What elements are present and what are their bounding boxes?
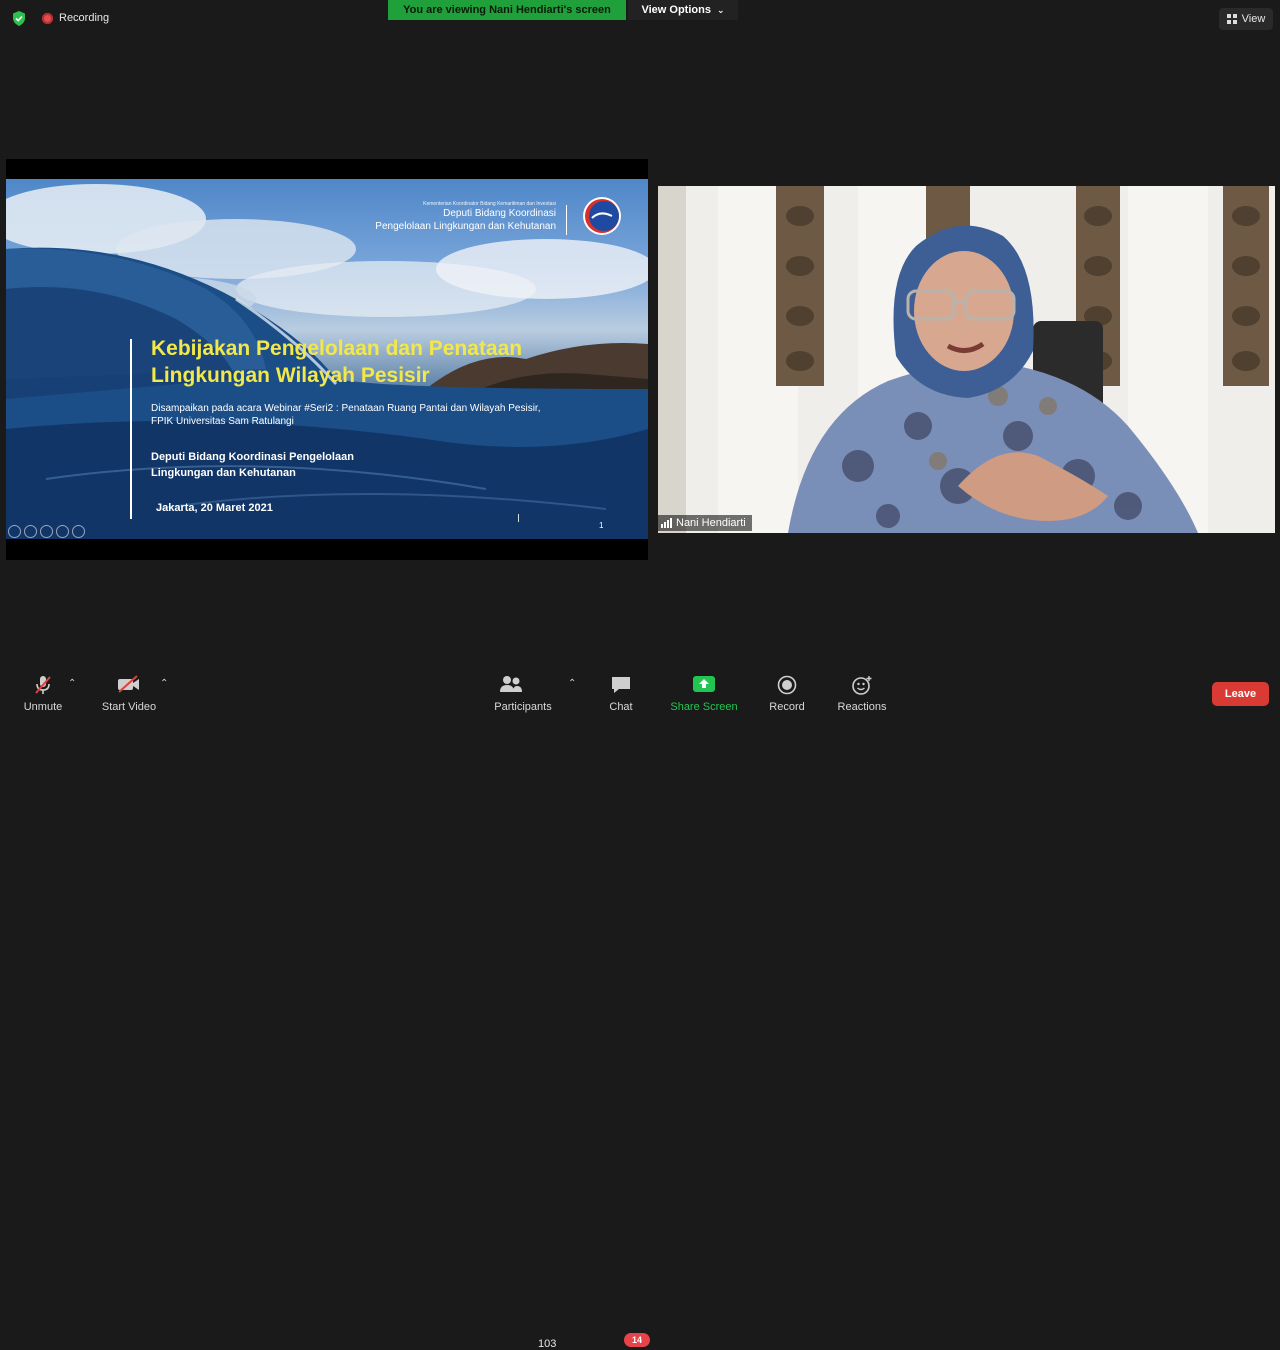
ministry-name: Kementerian Koordinator Bidang Kemaritim… (423, 201, 556, 207)
audio-options-caret-icon[interactable]: ⌃ (68, 678, 76, 689)
presentation-slide: Kementerian Koordinator Bidang Kemaritim… (6, 179, 648, 539)
shared-screen[interactable]: Kementerian Koordinator Bidang Kemaritim… (6, 159, 648, 560)
view-label: View (1241, 13, 1266, 25)
org-line-2: Pengelolaan Lingkungan dan Kehutanan (375, 221, 556, 232)
chat-unread-badge: 14 (624, 1333, 650, 1347)
start-video-label: Start Video (101, 701, 157, 713)
slide-title-line-2: Lingkungan Wilayah Pesisir (151, 364, 430, 387)
view-options-label: View Options (641, 4, 711, 16)
participant-name-tag: Nani Hendiarti (658, 515, 752, 531)
reactions-smiley-icon (852, 676, 872, 695)
header-divider (566, 205, 567, 235)
microphone-muted-icon (35, 676, 51, 694)
slide-department: Deputi Bidang Koordinasi Pengelolaan Lin… (151, 449, 451, 481)
participants-caret-icon[interactable]: ⌃ (568, 678, 576, 689)
chat-bubble-icon (612, 677, 630, 693)
ministry-logo-icon (583, 197, 621, 235)
participant-name: Nani Hendiarti (676, 517, 746, 529)
organization-header: Kementerian Koordinator Bidang Kemaritim… (375, 201, 556, 233)
participants-icon (500, 676, 522, 692)
share-screen-button[interactable]: Share Screen (664, 662, 744, 714)
view-options-button[interactable]: View Options ⌄ (628, 0, 738, 20)
share-screen-icon (693, 676, 715, 692)
viewing-banner: You are viewing Nani Hendiarti's screen (388, 0, 626, 20)
video-options-caret-icon[interactable]: ⌃ (160, 678, 168, 689)
participants-label: Participants (494, 701, 552, 713)
participant-video-feed (658, 186, 1275, 533)
slide-department-line-1: Deputi Bidang Koordinasi Pengelolaan (151, 451, 354, 463)
chevron-down-icon: ⌄ (716, 4, 725, 15)
share-screen-label: Share Screen (670, 701, 738, 713)
unmute-label: Unmute (23, 701, 63, 713)
recording-indicator[interactable]: Recording (42, 12, 109, 24)
grid-view-icon (1226, 14, 1237, 24)
slide-subtitle-line-2: FPIK Universitas Sam Ratulangi (151, 416, 294, 427)
reactions-label: Reactions (837, 701, 887, 713)
recording-label: Recording (59, 12, 110, 24)
record-button[interactable]: Record (747, 662, 827, 714)
previous-slide-icon[interactable] (8, 525, 21, 538)
slide-subtitle-line-1: Disampaikan pada acara Webinar #Seri2 : … (151, 403, 541, 414)
slide-navigation[interactable] (8, 525, 85, 538)
chat-button[interactable]: Chat (581, 662, 661, 714)
participant-video[interactable]: Nani Hendiarti (658, 186, 1275, 533)
view-button[interactable]: View (1219, 8, 1273, 30)
slide-accent-bar (130, 339, 132, 519)
connection-signal-icon (661, 518, 672, 528)
mouse-cursor (518, 514, 525, 522)
participants-button[interactable]: Participants (483, 662, 563, 714)
video-camera-off-icon (118, 675, 139, 693)
menu-icon[interactable] (56, 525, 69, 538)
start-video-button[interactable]: Start Video (89, 662, 169, 714)
slide-title: Kebijakan Pengelolaan dan Penataan Lingk… (151, 335, 621, 389)
meeting-toolbar: Unmute ⌃ Start Video ⌃ Participants 103 … (0, 662, 1280, 1350)
slide-department-line-2: Lingkungan dan Kehutanan (151, 467, 296, 479)
org-line-1: Deputi Bidang Koordinasi (443, 208, 556, 219)
slide-page-number: 1 (599, 521, 604, 530)
pen-icon[interactable] (24, 525, 37, 538)
slide-date: Jakarta, 20 Maret 2021 (156, 502, 273, 514)
zoom-icon[interactable] (40, 525, 53, 538)
reactions-button[interactable]: Reactions (822, 662, 902, 714)
recording-dot-icon (42, 12, 53, 24)
next-slide-icon[interactable] (72, 525, 85, 538)
slide-subtitle: Disampaikan pada acara Webinar #Seri2 : … (151, 402, 631, 428)
participant-count: 103 (538, 1338, 557, 1350)
top-bar: Recording You are viewing Nani Hendiarti… (0, 0, 1280, 36)
record-icon (777, 675, 797, 695)
record-label: Record (769, 701, 805, 713)
leave-button[interactable]: Leave (1212, 682, 1269, 706)
slide-title-line-1: Kebijakan Pengelolaan dan Penataan (151, 337, 523, 360)
security-shield-icon[interactable] (12, 11, 26, 26)
chat-label: Chat (609, 701, 633, 713)
